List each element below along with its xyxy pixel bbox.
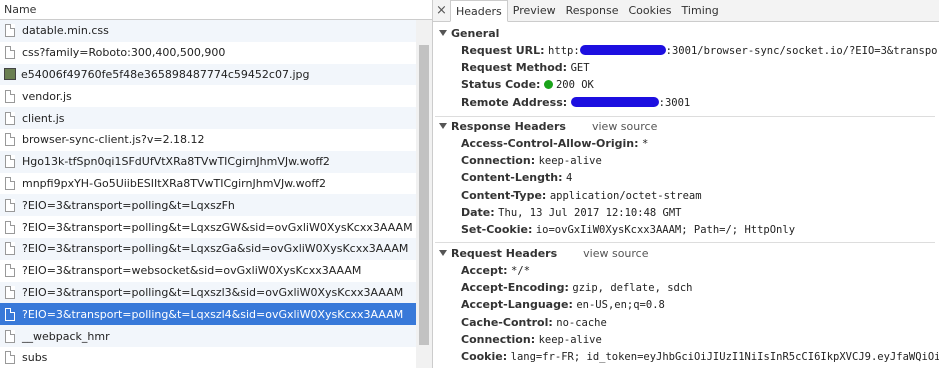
status-dot-icon xyxy=(543,80,553,90)
status-code-row: Status Code: 200 OK xyxy=(433,76,939,93)
status-code-value: 200 OK xyxy=(555,79,594,92)
image-icon xyxy=(4,68,16,81)
document-icon xyxy=(5,307,15,321)
header-row: Cookie: lang=fr-FR; id_token=eyJhbGciOiJ… xyxy=(461,349,939,363)
document-icon xyxy=(5,176,15,190)
view-source-link[interactable]: view source xyxy=(583,247,648,260)
list-item[interactable]: Hgo13k-tfSpn0qi1SFdUfVtXRa8TVwTICgirnJhm… xyxy=(0,150,416,173)
document-icon xyxy=(5,198,15,212)
document-icon xyxy=(5,285,15,299)
triangle-down-icon xyxy=(439,30,447,36)
remote-address-row: Remote Address: :3001 xyxy=(433,94,939,111)
header-row: Content-Length: 4 xyxy=(461,171,573,185)
general-section: General Request URL: http: :3001/browser-… xyxy=(433,25,939,111)
request-method-row: Request Method: GET xyxy=(433,59,939,76)
document-icon xyxy=(5,351,15,365)
request-headers-title[interactable]: Request Headers view source xyxy=(433,245,939,262)
triangle-down-icon xyxy=(439,250,447,256)
request-rows: profiles datable.min.css css?family=Robo… xyxy=(0,0,416,368)
request-method-key: Request Method: xyxy=(461,61,568,75)
list-item-selected[interactable]: ?EIO=3&transport=polling&t=Lqxszl4&sid=o… xyxy=(0,303,416,326)
request-url-key: Request URL: xyxy=(461,44,545,57)
status-code-key: Status Code: xyxy=(461,78,541,92)
list-item[interactable]: ?EIO=3&transport=polling&t=Lqxszl3&sid=o… xyxy=(0,281,416,304)
document-icon xyxy=(5,242,15,256)
list-item[interactable]: subs xyxy=(0,346,416,368)
header-row: Date: Thu, 13 Jul 2017 12:10:48 GMT xyxy=(461,205,682,219)
request-url-suffix: :3001/browser-sync/socket.io/?EIO=3&tran… xyxy=(665,45,939,57)
tab-headers[interactable]: Headers xyxy=(450,0,508,22)
list-item[interactable]: css?family=Roboto:300,400,500,900 xyxy=(0,41,416,64)
tab-timing[interactable]: Timing xyxy=(677,0,724,21)
list-item[interactable]: ?EIO=3&transport=websocket&sid=ovGxliW0X… xyxy=(0,259,416,282)
document-icon xyxy=(5,329,15,343)
tab-cookies[interactable]: Cookies xyxy=(623,0,676,21)
request-url-prefix: http: xyxy=(548,45,580,57)
response-headers-title[interactable]: Response Headers view source xyxy=(433,118,939,135)
header-row: Accept: */* xyxy=(461,264,531,277)
document-icon xyxy=(5,155,15,169)
close-icon[interactable]: × xyxy=(433,0,450,21)
document-icon xyxy=(5,24,15,38)
document-icon xyxy=(5,111,15,125)
scrollbar-thumb[interactable] xyxy=(419,45,429,345)
list-item[interactable]: vendor.js xyxy=(0,85,416,108)
name-header-overlay: Name xyxy=(0,0,416,20)
list-item[interactable]: ?EIO=3&transport=polling&t=LqxszGa&sid=o… xyxy=(0,237,416,260)
document-icon xyxy=(5,46,15,60)
request-list-panel: Name profiles datable.min.css css?family… xyxy=(0,0,433,368)
document-icon xyxy=(5,133,15,147)
remote-address-key: Remote Address: xyxy=(461,95,568,109)
header-row: Connection: keep-alive xyxy=(461,332,602,346)
tab-preview[interactable]: Preview xyxy=(508,0,561,21)
list-item[interactable]: datable.min.css xyxy=(0,20,416,42)
list-item[interactable]: browser-sync-client.js?v=2.18.12 xyxy=(0,128,416,151)
details-tabbar: × Headers Preview Response Cookies Timin… xyxy=(433,0,939,22)
list-item[interactable]: e54006f49760fe5f48e365898487774c59452c07… xyxy=(0,63,416,86)
header-row: Access-Control-Allow-Origin: * xyxy=(461,137,649,150)
header-row: Set-Cookie: io=ovGxIiW0XysKcxx3AAAM; Pat… xyxy=(461,222,796,236)
document-icon xyxy=(5,220,15,234)
request-url-row: Request URL: http: :3001/browser-sync/soc… xyxy=(433,42,939,59)
section-divider xyxy=(435,242,935,243)
section-divider xyxy=(435,116,935,117)
redaction-mark xyxy=(570,96,659,107)
view-source-link[interactable]: view source xyxy=(592,120,657,133)
triangle-down-icon xyxy=(439,123,447,129)
response-headers-section: Response Headers view source Access-Contr… xyxy=(433,118,939,238)
list-item[interactable]: __webpack_hmr xyxy=(0,325,416,347)
document-icon xyxy=(5,89,15,103)
list-item[interactable]: ?EIO=3&transport=polling&t=LqxszGW&sid=o… xyxy=(0,216,416,238)
list-item[interactable]: client.js xyxy=(0,107,416,129)
tab-response[interactable]: Response xyxy=(561,0,624,21)
list-item[interactable]: mnpfi9pxYH-Go5UiibESIItXRa8TVwTICgirnJhm… xyxy=(0,172,416,195)
vertical-scrollbar[interactable] xyxy=(416,20,432,368)
request-headers-section: Request Headers view source Accept: */* A… xyxy=(433,245,939,365)
redaction-mark xyxy=(579,45,666,55)
list-item[interactable]: ?EIO=3&transport=polling&t=LqxszFh xyxy=(0,194,416,217)
remote-address-suffix: :3001 xyxy=(658,96,691,109)
header-row: Accept-Language: en-US,en;q=0.8 xyxy=(461,298,665,312)
header-row: Content-Type: application/octet-stream xyxy=(461,188,702,202)
header-row: Cache-Control: no-cache xyxy=(461,315,607,329)
request-method-value: GET xyxy=(570,62,590,75)
document-icon xyxy=(5,264,15,278)
request-details-panel: × Headers Preview Response Cookies Timin… xyxy=(433,0,939,368)
header-row: Connection: keep-alive xyxy=(461,154,602,168)
general-section-title[interactable]: General xyxy=(433,25,939,42)
header-row: Accept-Encoding: gzip, deflate, sdch xyxy=(461,281,693,295)
